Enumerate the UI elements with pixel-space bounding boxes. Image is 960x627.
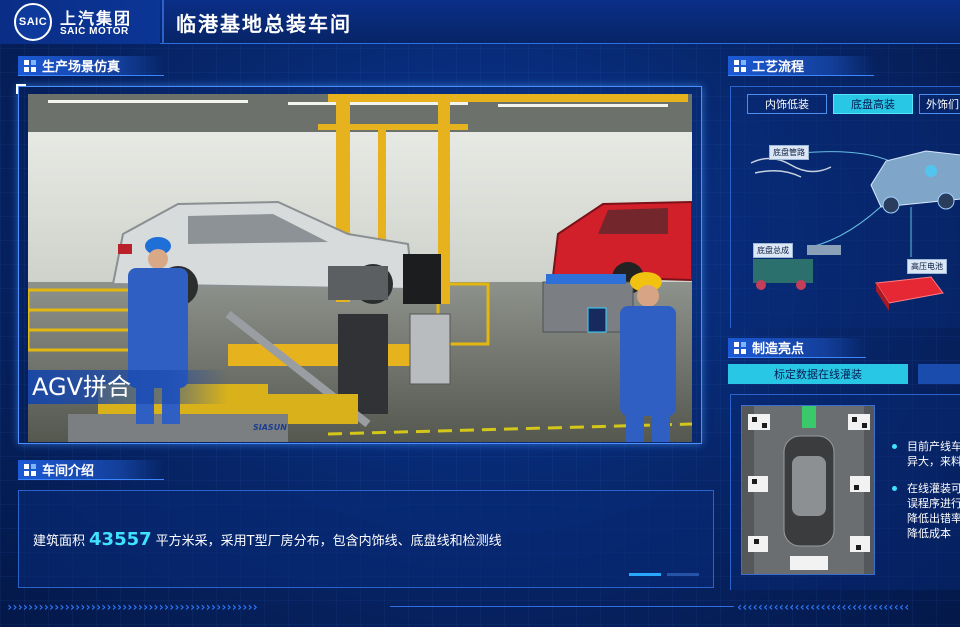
logo-text-en: SAIC MOTOR (60, 26, 129, 37)
part-label-hv-battery: 高压电池 (907, 259, 947, 274)
frame-corner-marker (16, 84, 26, 94)
saic-logo-icon: SAIC (14, 3, 52, 41)
scene-caption: AGV拼合 (28, 370, 228, 404)
tab-highlight-next[interactable] (918, 364, 960, 384)
process-flow-panel: 内饰低装 底盘高装 外饰们 底盘管路 底盘总成 高压电池 (730, 86, 960, 328)
agv-brand-label: SIASUN (253, 423, 287, 432)
part-label-chassis-pipes: 底盘管路 (769, 145, 809, 160)
footer-decoration: ››››››››››››››››››››››››››››››››››››››››… (0, 596, 960, 616)
scene-section-header: 生产场景仿真 (18, 56, 164, 76)
footer-line (390, 606, 734, 607)
highlight-bullets: 目前产线车 异大，来料 在线灌装可 误程序进行 降低出错率 降低成本 (889, 439, 960, 553)
area-value: 43557 (89, 529, 152, 550)
header-divider (162, 0, 164, 44)
grid-icon (24, 59, 36, 72)
tab-chassis-high[interactable]: 底盘高装 (833, 94, 913, 114)
grid-icon (734, 59, 746, 72)
chevron-right-icon: ››››››››››››››››››››››››››››››››››››››››… (6, 600, 259, 614)
part-label-chassis-assembly: 底盘总成 (753, 243, 793, 258)
app-header: SAIC 上汽集团 SAIC MOTOR 临港基地总装车间 (0, 0, 960, 44)
chassis-pipes-icon (750, 157, 832, 178)
highlight-bullet: 在线灌装可 误程序进行 降低出错率 降低成本 (889, 481, 960, 541)
grid-icon (24, 463, 36, 476)
tab-calibration-data[interactable]: 标定数据在线灌装 (728, 364, 908, 384)
tab-exterior[interactable]: 外饰们 (919, 94, 960, 114)
intro-text: 建筑面积 43557 平方米采，采用T型厂房分布，包含内饰线、底盘线和检测线 (33, 529, 502, 550)
highlights-panel: 目前产线车 异大，来料 在线灌装可 误程序进行 降低出错率 降低成本 (730, 394, 960, 590)
intro-panel: 建筑面积 43557 平方米采，采用T型厂房分布，包含内饰线、底盘线和检测线 (18, 490, 714, 588)
hv-battery-icon (875, 276, 944, 311)
highlights-section-header: 制造亮点 (728, 338, 866, 358)
car-xray-icon (870, 150, 960, 214)
pager-dot-active[interactable] (629, 573, 661, 576)
page-title: 临港基地总装车间 (176, 12, 352, 36)
tab-interior-low[interactable]: 内饰低装 (747, 94, 827, 114)
pager-dot[interactable] (667, 573, 699, 576)
chevron-left-icon: ‹‹‹‹‹‹‹‹‹‹‹‹‹‹‹‹‹‹‹‹‹‹‹‹‹‹‹‹‹‹‹‹‹ (736, 600, 910, 614)
logo: SAIC 上汽集团 SAIC MOTOR (0, 0, 160, 44)
intro-section-header: 车间介绍 (18, 460, 164, 480)
calibration-station-image (741, 405, 875, 575)
grid-icon (734, 341, 746, 354)
highlight-bullet: 目前产线车 异大，来料 (889, 439, 960, 469)
process-section-header: 工艺流程 (728, 56, 874, 76)
process-flow-diagram: 底盘管路 底盘总成 高压电池 (731, 127, 960, 327)
